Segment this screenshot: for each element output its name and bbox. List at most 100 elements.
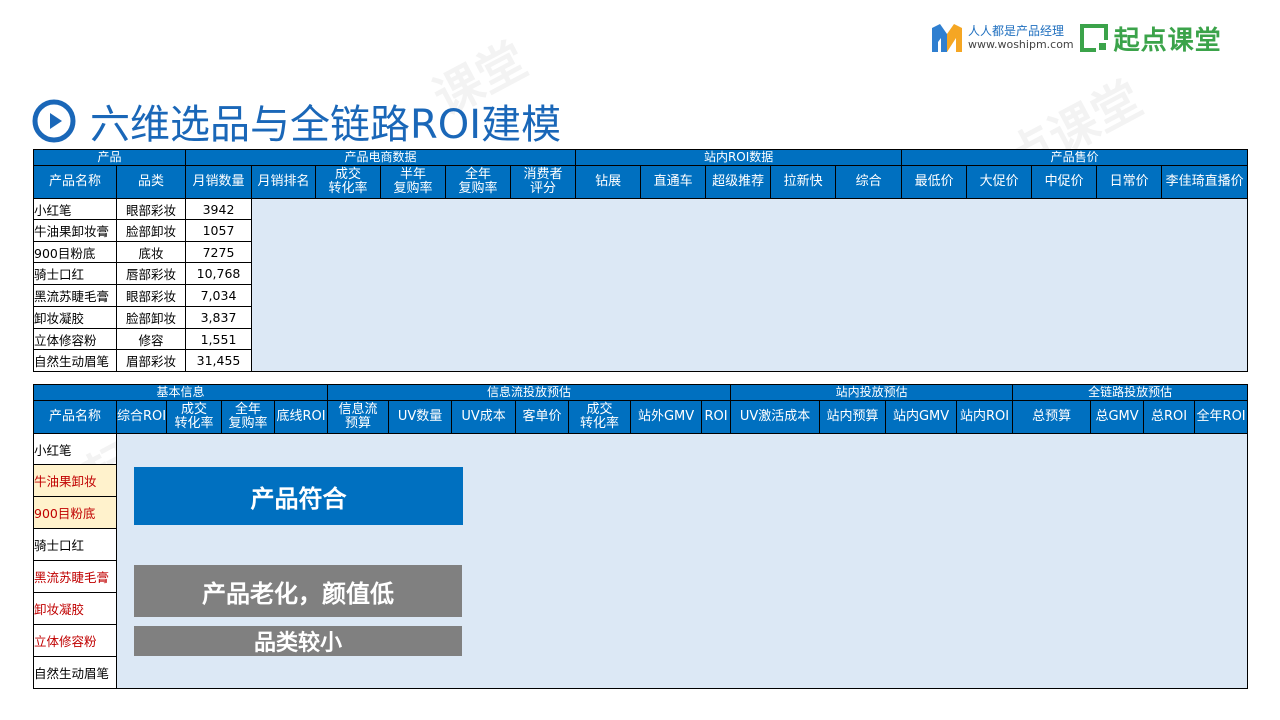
- qidian-logo: 起点课堂: [1079, 20, 1222, 57]
- column-header: 产品名称: [33, 165, 117, 199]
- column-header: 客单价: [515, 400, 570, 434]
- column-header-row: 产品名称 品类 月销数量 月销排名 成交 转化率 半年 复购率 全年 复购率 消…: [33, 165, 1249, 199]
- column-header: 产品名称: [33, 400, 117, 434]
- slide-title: 六维选品与全链路ROI建模: [32, 92, 561, 150]
- monthly-sales: 10,768: [185, 262, 253, 285]
- product-name: 骑士口红: [33, 262, 117, 285]
- column-header: ROI: [701, 400, 732, 434]
- column-header: 综合: [835, 165, 903, 199]
- column-header: 全年ROI: [1194, 400, 1249, 434]
- product-name: 小红笔: [33, 433, 117, 465]
- column-header: 站内ROI: [956, 400, 1014, 434]
- product-name: 自然生动眉笔: [33, 349, 117, 372]
- column-header: 底线ROI: [273, 400, 329, 434]
- monthly-sales: 7,034: [185, 284, 253, 307]
- column-header: 全年 复购率: [221, 400, 275, 434]
- product-category: 眼部彩妆: [115, 198, 187, 220]
- column-header: 消费者 评分: [510, 165, 577, 199]
- column-header: 综合ROI: [116, 400, 167, 434]
- column-header: UV激活成本: [730, 400, 821, 434]
- product-category: 脸部卸妆: [115, 306, 187, 329]
- label-product-aging: 产品老化，颜值低: [134, 565, 462, 617]
- monthly-sales: 1,551: [185, 328, 253, 350]
- product-name: 骑士口红: [33, 528, 117, 561]
- monthly-sales: 1057: [185, 219, 253, 242]
- column-header: 成交 转化率: [568, 400, 632, 434]
- header-logos: 人人都是产品经理 www.woshipm.com 起点课堂: [930, 18, 1222, 58]
- product-name: 牛油果卸妆膏: [33, 219, 117, 242]
- woshipm-name: 人人都是产品经理: [968, 24, 1065, 38]
- label-product-fit: 产品符合: [134, 467, 463, 525]
- product-name: 900目粉底: [33, 241, 117, 263]
- product-name: 卸妆凝胶: [33, 306, 117, 329]
- group-header: 产品电商数据: [185, 149, 577, 166]
- data-placeholder-area: [251, 198, 1249, 372]
- column-header: 最低价: [901, 165, 968, 199]
- monthly-sales: 3,837: [185, 306, 253, 329]
- monthly-sales: 31,455: [185, 349, 253, 372]
- label-small-category: 品类较小: [134, 626, 462, 656]
- table-row: 小红笔: [33, 433, 1249, 689]
- column-header: 全年 复购率: [445, 165, 512, 199]
- product-name: 立体修容粉: [33, 328, 117, 350]
- column-header: 直通车: [640, 165, 707, 199]
- woshipm-text: 人人都是产品经理 www.woshipm.com: [968, 24, 1074, 52]
- play-circle-icon: [32, 99, 76, 143]
- product-name: 黑流苏睫毛膏: [33, 560, 117, 593]
- column-header: 日常价: [1096, 165, 1163, 199]
- column-header: 总ROI: [1143, 400, 1196, 434]
- product-name: 自然生动眉笔: [33, 656, 117, 689]
- column-header: 拉新快: [770, 165, 837, 199]
- product-category: 眉部彩妆: [115, 349, 187, 372]
- product-name: 立体修容粉: [33, 624, 117, 657]
- column-header: UV数量: [388, 400, 453, 434]
- column-header: 站内GMV: [885, 400, 958, 434]
- column-header: 站外GMV: [630, 400, 703, 434]
- product-category: 唇部彩妆: [115, 262, 187, 285]
- column-header: UV成本: [451, 400, 517, 434]
- product-category: 眼部彩妆: [115, 284, 187, 307]
- column-header: 品类: [115, 165, 187, 199]
- group-header: 站内ROI数据: [575, 149, 903, 166]
- monthly-sales: 7275: [185, 241, 253, 263]
- column-header: 中促价: [1031, 165, 1098, 199]
- table-row: 小红笔 眼部彩妆 3942: [33, 198, 1249, 372]
- column-header: 钻展: [575, 165, 642, 199]
- column-header-row: 产品名称 综合ROI 成交 转化率 全年 复购率 底线ROI 信息流 预算 UV…: [33, 400, 1249, 434]
- group-header: 基本信息: [32, 384, 329, 401]
- column-header: 大促价: [966, 165, 1033, 199]
- column-header: 月销数量: [185, 165, 253, 199]
- product-name: 卸妆凝胶: [33, 592, 117, 625]
- product-name: 900目粉底: [33, 496, 117, 529]
- woshipm-logo-icon: [932, 24, 962, 52]
- product-name: 小红笔: [33, 198, 117, 220]
- column-header: 信息流 预算: [327, 400, 390, 434]
- group-header: 信息流投放预估: [327, 384, 732, 401]
- product-category: 脸部卸妆: [115, 219, 187, 242]
- product-category: 底妆: [115, 241, 187, 263]
- group-header-row: 基本信息 信息流投放预估 站内投放预估 全链路投放预估: [32, 384, 1249, 401]
- title-text: 六维选品与全链路ROI建模: [90, 102, 562, 148]
- monthly-sales: 3942: [185, 198, 253, 220]
- qidian-name: 起点课堂: [1113, 25, 1222, 56]
- group-header: 产品: [32, 149, 187, 166]
- product-name: 牛油果卸妆: [33, 464, 117, 497]
- group-header: 全链路投放预估: [1012, 384, 1249, 401]
- woshipm-url: www.woshipm.com: [968, 38, 1074, 51]
- group-header: 产品售价: [901, 149, 1249, 166]
- column-header: 总预算: [1012, 400, 1092, 434]
- qidian-mark-icon: [1079, 24, 1108, 52]
- column-header: 超级推荐: [705, 165, 772, 199]
- column-header: 成交 转化率: [315, 165, 382, 199]
- group-header: 站内投放预估: [730, 384, 1014, 401]
- column-header: 成交 转化率: [166, 400, 222, 434]
- column-header: 月销排名: [251, 165, 317, 199]
- product-name: 黑流苏睫毛膏: [33, 284, 117, 307]
- group-header-row: 产品 产品电商数据 站内ROI数据 产品售价: [32, 149, 1249, 166]
- product-data-table: 产品 产品电商数据 站内ROI数据 产品售价 产品名称 品类 月销数量 月销排名…: [32, 149, 1249, 372]
- column-header: 站内预算: [819, 400, 887, 434]
- product-category: 修容: [115, 328, 187, 350]
- column-header: 总GMV: [1090, 400, 1145, 434]
- column-header: 李佳琦直播价: [1161, 165, 1249, 199]
- column-header: 半年 复购率: [380, 165, 447, 199]
